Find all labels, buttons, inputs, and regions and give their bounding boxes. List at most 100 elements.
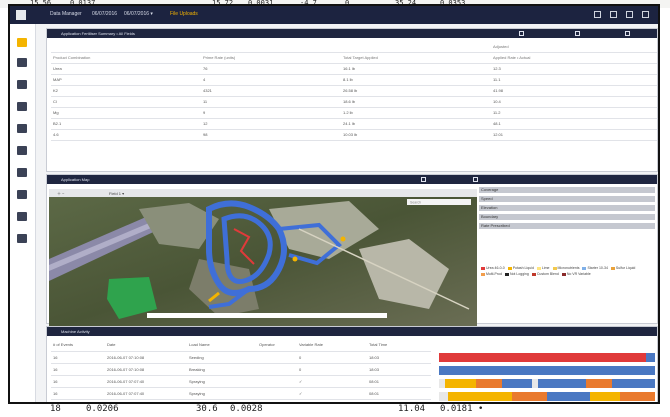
table-row[interactable]: 4.6 98 10.03 lb 12.01 xyxy=(51,129,657,141)
legend-label: Starter 10-34 xyxy=(587,266,608,270)
layers-icon[interactable] xyxy=(17,190,27,199)
activity-segment xyxy=(439,392,448,401)
activity-bar[interactable] xyxy=(439,392,655,401)
table-cell: 4 xyxy=(201,74,341,86)
table-row[interactable]: B2.1 12 24.1 lb 48.1 xyxy=(51,118,657,130)
machine-activity-table: # of Events Date Load Name Operator Vari… xyxy=(51,339,431,400)
column-header[interactable]: Date xyxy=(105,339,187,352)
legend-swatch xyxy=(507,266,512,270)
activity-segment xyxy=(538,379,565,388)
table-cell-vr[interactable]: 0 xyxy=(297,351,367,364)
table-row[interactable]: 16 2016-06-07 07:07:40 Spraying ✓ 08:01 xyxy=(51,387,431,400)
layer-toggle-0[interactable]: Coverage xyxy=(479,187,655,193)
column-header[interactable]: Applied Rate • Actual xyxy=(491,52,657,64)
table-row[interactable]: MAP 4 8.1 lb 11.1 xyxy=(51,74,657,86)
breadcrumb-start-date[interactable]: 06/07/2016 xyxy=(92,11,117,17)
document-icon[interactable] xyxy=(17,102,27,111)
activity-bar[interactable] xyxy=(439,379,655,388)
table-cell: 4.6 xyxy=(51,129,201,141)
column-header[interactable]: Prime Rate (units) xyxy=(201,52,341,64)
field-select[interactable]: Field 1 ▾ xyxy=(109,191,124,196)
machine-marker[interactable] xyxy=(340,236,346,242)
column-header[interactable]: Operator xyxy=(257,339,297,352)
table-cell-load: Spraying xyxy=(187,387,257,400)
breadcrumb-end-date[interactable]: 06/07/2016 ▾ xyxy=(124,11,153,17)
map-canvas[interactable]: ＋ − Field 1 ▾ Search xyxy=(49,189,477,329)
layer-toggle-2[interactable]: Elevation xyxy=(479,205,655,211)
legend-swatch xyxy=(561,272,566,276)
column-header[interactable]: Total Target Applied xyxy=(341,52,491,64)
machine-marker[interactable] xyxy=(292,256,298,262)
table-cell-date: 2016-06-07 07:07:40 xyxy=(105,387,187,400)
scan-value: 11.04 xyxy=(398,404,426,414)
satellite-map[interactable]: ＋ − Field 1 ▾ Search xyxy=(49,189,477,329)
settings-icon[interactable] xyxy=(626,11,633,18)
user-icon[interactable] xyxy=(17,124,27,133)
table-header-row: Product Combination Prime Rate (units) T… xyxy=(51,52,657,64)
breadcrumb-file-uploads[interactable]: File Uploads xyxy=(170,11,198,17)
table-row[interactable]: Cl 11 18.6 lb 10.4 xyxy=(51,96,657,108)
table-cell: 8.1 lb xyxy=(341,74,491,86)
map-legend: Urea 46-0-0 Potash Liquid Lime Micronutrien… xyxy=(481,265,653,277)
panel-title: Application Fertiliser Summary • All Fie… xyxy=(61,31,135,36)
column-header[interactable]: Variable Rate xyxy=(297,339,367,352)
table-cell-load: Seeding xyxy=(187,351,257,364)
time-slider[interactable] xyxy=(147,313,387,318)
download-icon[interactable] xyxy=(594,11,601,18)
user-icon[interactable] xyxy=(642,11,649,18)
activity-segment xyxy=(439,353,647,362)
list-icon[interactable] xyxy=(17,146,27,155)
bell-icon[interactable] xyxy=(610,11,617,18)
close-icon[interactable] xyxy=(625,31,630,36)
table-row[interactable]: 16 2016-06-07 07:07:40 Spraying ✓ 08:01 xyxy=(51,375,431,388)
column-header[interactable]: Product Combination xyxy=(51,52,201,64)
grid-icon[interactable] xyxy=(17,168,27,177)
column-header[interactable]: # of Events xyxy=(51,339,105,352)
layer-toggle-3[interactable]: Boundary xyxy=(479,214,655,220)
legend-swatch xyxy=(481,266,485,270)
legend-item: Not Logging xyxy=(504,271,529,277)
table-cell-vr[interactable]: ✓ xyxy=(297,375,367,388)
table-row[interactable]: 16 2016-06-07 07:10:08 Seeding 0 18:03 xyxy=(51,351,431,364)
app-logo-icon[interactable] xyxy=(16,10,26,20)
close-icon[interactable] xyxy=(473,177,478,182)
table-cell-vr[interactable]: ✓ xyxy=(297,387,367,400)
layer-toggle-4[interactable]: Rate Prescribed xyxy=(479,223,655,229)
legend-swatch xyxy=(582,266,587,270)
layer-toggle-1[interactable]: Speed xyxy=(479,196,655,202)
fertiliser-summary-panel: Application Fertiliser Summary • All Fie… xyxy=(46,28,658,172)
edit-icon[interactable] xyxy=(421,177,426,182)
flag-icon[interactable] xyxy=(17,80,27,89)
chart-icon[interactable] xyxy=(17,212,27,221)
table-cell-time: 18:03 xyxy=(367,351,431,364)
column-header[interactable]: Total Time xyxy=(367,339,431,352)
table-row[interactable]: Urea 76 16.1 lb 12.3 xyxy=(51,63,657,75)
table-row[interactable]: Mg 9 1.2 lb 11.2 xyxy=(51,107,657,119)
table-cell: 18.6 lb xyxy=(341,96,491,108)
table-cell: 11 xyxy=(201,96,341,108)
scan-value: 0.0206 xyxy=(86,404,119,414)
activity-bar[interactable] xyxy=(439,353,655,362)
table-cell: 98 xyxy=(201,129,341,141)
table-cell: 26.58 lb xyxy=(341,85,491,97)
column-header[interactable]: Load Name xyxy=(187,339,257,352)
table-cell: 12.01 xyxy=(491,129,657,141)
edit-icon[interactable] xyxy=(575,31,580,36)
table-row[interactable]: 16 2016-06-07 07:10:08 Breaking 0 18:03 xyxy=(51,363,431,376)
table-cell-time: 18:03 xyxy=(367,363,431,376)
home-icon[interactable] xyxy=(17,38,27,47)
table-cell-operator xyxy=(257,363,297,376)
tractor-icon[interactable] xyxy=(17,58,27,67)
activity-bar[interactable] xyxy=(439,366,655,375)
export-icon[interactable] xyxy=(519,31,524,36)
app-window: Data Manager 06/07/2016 06/07/2016 ▾ Fil… xyxy=(8,4,660,404)
panel-header: Application Map xyxy=(47,175,657,184)
table-cell: Cl xyxy=(51,96,201,108)
breadcrumb-data-manager[interactable]: Data Manager xyxy=(50,11,82,17)
table-cell-vr[interactable]: 0 xyxy=(297,363,367,376)
activity-segment xyxy=(620,392,655,401)
map-zoom-control[interactable]: ＋ − xyxy=(57,191,65,196)
table-row[interactable]: K2 4321 26.58 lb 41.98 xyxy=(51,85,657,97)
truck-icon[interactable] xyxy=(17,234,27,243)
table-cell-events: 16 xyxy=(51,375,105,388)
